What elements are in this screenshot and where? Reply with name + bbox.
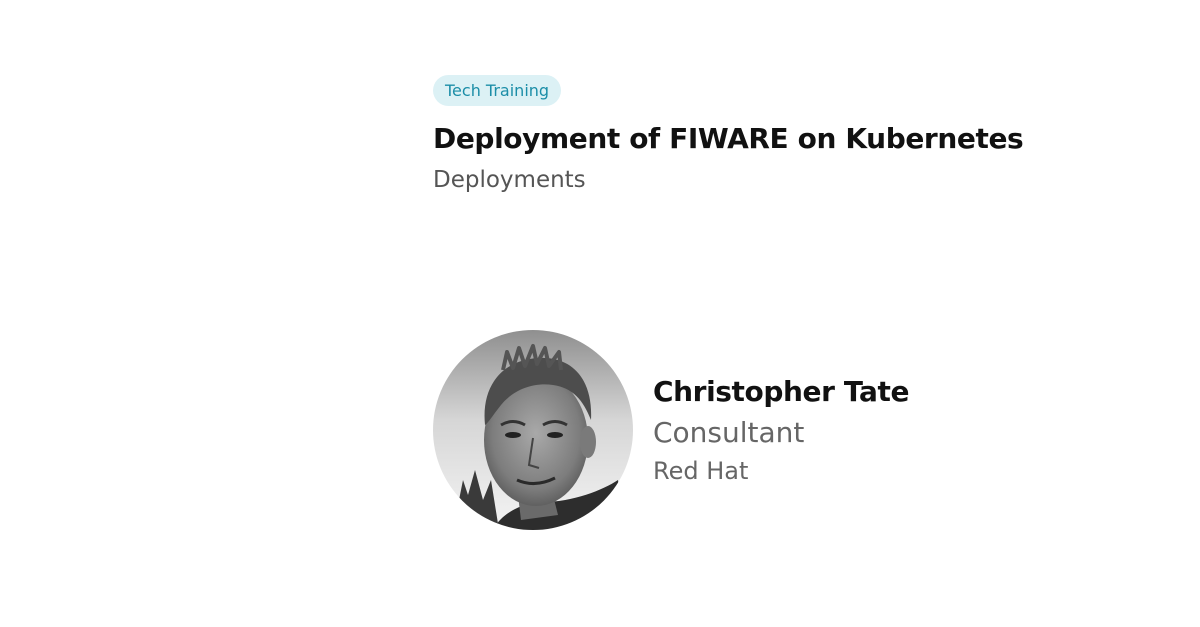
session-header: Tech Training Deployment of FIWARE on Ku… [433,75,1173,193]
speaker-company: Red Hat [653,457,749,485]
session-card: Tech Training Deployment of FIWARE on Ku… [0,0,1200,627]
speaker-role: Consultant [653,416,805,449]
speaker-block: Christopher Tate Consultant Red Hat [433,330,909,530]
session-track: Deployments [433,167,586,193]
speaker-name: Christopher Tate [653,375,910,408]
speaker-photo [433,330,633,530]
session-title: Deployment of FIWARE on Kubernetes [433,122,1024,155]
category-badge: Tech Training [433,75,562,106]
speaker-avatar [433,330,633,530]
speaker-info: Christopher Tate Consultant Red Hat [653,375,909,485]
